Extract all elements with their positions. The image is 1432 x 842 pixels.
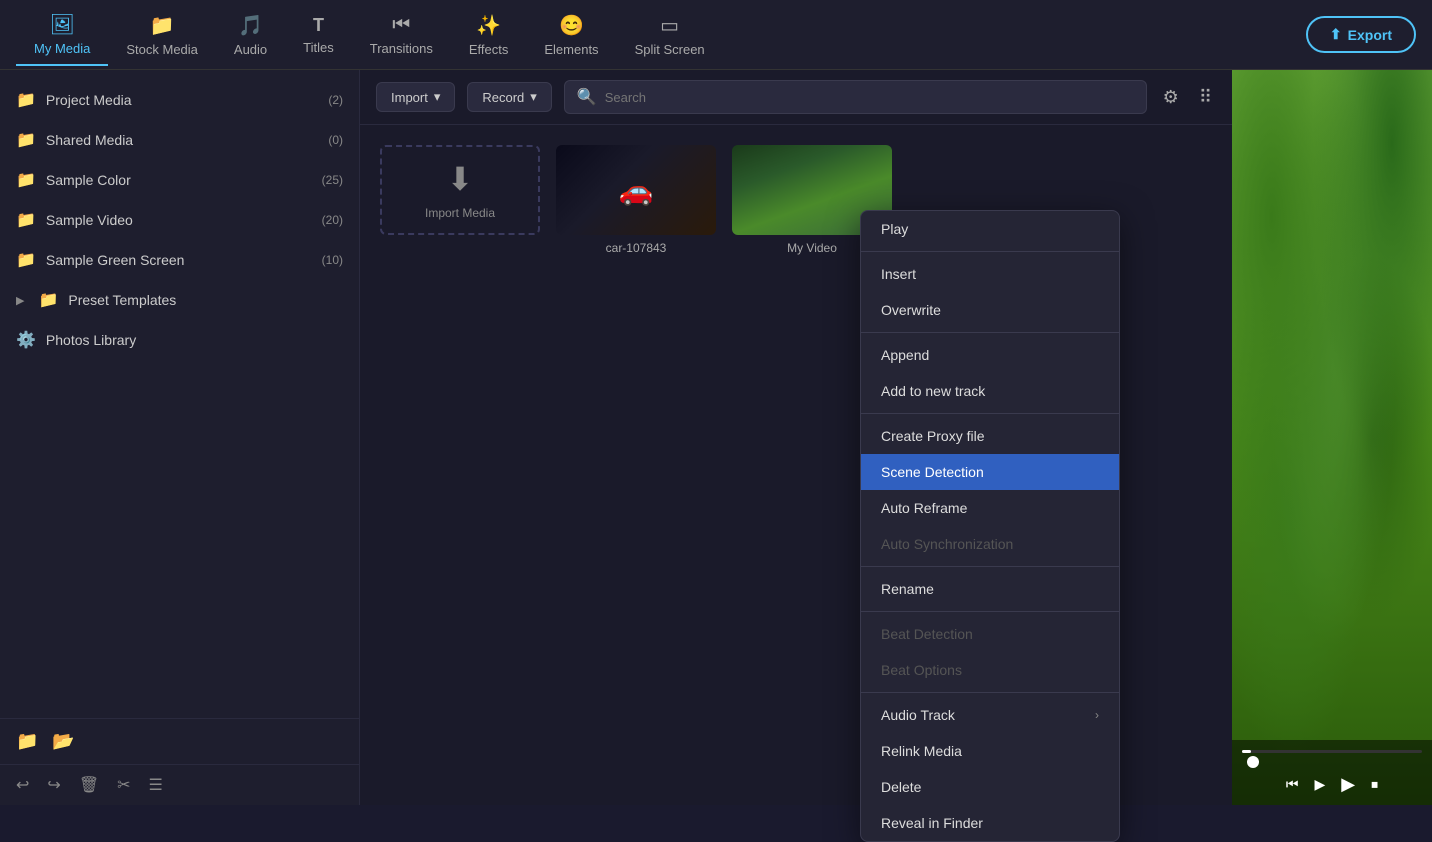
undo-icon[interactable]: ↩ xyxy=(16,775,29,795)
ctx-divider-2 xyxy=(861,332,1119,333)
ctx-divider-6 xyxy=(861,692,1119,693)
titles-icon: T xyxy=(313,15,324,36)
export-button[interactable]: ⬆ Export xyxy=(1306,16,1416,53)
adjust-icon[interactable]: ☰ xyxy=(149,775,163,795)
search-bar: 🔍 xyxy=(564,80,1147,114)
ctx-auto-reframe[interactable]: Auto Reframe xyxy=(861,490,1119,526)
ctx-delete[interactable]: Delete xyxy=(861,769,1119,805)
chevron-right-icon: ▶ xyxy=(16,294,24,307)
ctx-scene-detection[interactable]: Scene Detection xyxy=(861,454,1119,490)
import-folder-icon[interactable]: 📂 xyxy=(52,731,74,752)
sidebar-item-preset-templates[interactable]: ▶ 📁 Preset Templates xyxy=(0,280,359,320)
search-icon: 🔍 xyxy=(577,87,597,107)
nav-my-media[interactable]: 🖼 My Media xyxy=(16,4,108,66)
content-toolbar: Import ▾ Record ▾ 🔍 ⚙ ⠿ xyxy=(360,70,1232,125)
gear-icon: ⚙️ xyxy=(16,330,36,350)
filter-button[interactable]: ⚙ xyxy=(1159,83,1183,112)
nav-transitions[interactable]: ⏮ Transitions xyxy=(352,6,451,64)
sidebar-item-project-media[interactable]: 📁 Project Media (2) xyxy=(0,80,359,120)
export-icon: ⬆ xyxy=(1330,26,1342,43)
nav-stock-media[interactable]: 📁 Stock Media xyxy=(108,5,216,65)
nav-elements[interactable]: 😊 Elements xyxy=(526,5,616,65)
ctx-auto-synchronization: Auto Synchronization xyxy=(861,526,1119,562)
content-area: Import ▾ Record ▾ 🔍 ⚙ ⠿ ⬇ Import Media xyxy=(360,70,1232,805)
sidebar-list: 📁 Project Media (2) 📁 Shared Media (0) 📁… xyxy=(0,70,359,718)
import-thumb: ⬇ Import Media xyxy=(380,145,540,235)
folder-icon: 📁 xyxy=(16,90,36,110)
delete-icon[interactable]: 🗑 xyxy=(79,775,99,795)
preview-controls: ⏮ ▶ ▶ ⏹ xyxy=(1232,740,1432,805)
progress-bar[interactable] xyxy=(1242,750,1422,753)
search-input[interactable] xyxy=(605,90,1134,105)
folder-icon: 📁 xyxy=(16,250,36,270)
sidebar: 📁 Project Media (2) 📁 Shared Media (0) 📁… xyxy=(0,70,360,805)
car-video-thumb xyxy=(556,145,716,235)
sidebar-item-photos-library[interactable]: ⚙️ Photos Library xyxy=(0,320,359,360)
cut-icon[interactable]: ✂ xyxy=(117,775,130,795)
nav-effects[interactable]: ✨ Effects xyxy=(451,5,527,65)
folder-icon: 📁 xyxy=(38,290,58,310)
nav-audio[interactable]: 🎵 Audio xyxy=(216,5,285,65)
right-panel: ⏮ ▶ ▶ ⏹ xyxy=(1232,70,1432,805)
chevron-down-icon: ▾ xyxy=(530,89,537,105)
folder-icon: 📁 xyxy=(16,130,36,150)
elements-icon: 😊 xyxy=(559,13,584,38)
ctx-divider-3 xyxy=(861,413,1119,414)
ctx-rename[interactable]: Rename xyxy=(861,571,1119,607)
ctx-relink-media[interactable]: Relink Media xyxy=(861,733,1119,769)
nav-split-screen[interactable]: ▭ Split Screen xyxy=(617,5,723,65)
stock-media-icon: 📁 xyxy=(150,13,175,38)
ctx-beat-detection: Beat Detection xyxy=(861,616,1119,652)
sidebar-item-sample-video[interactable]: 📁 Sample Video (20) xyxy=(0,200,359,240)
ctx-audio-track[interactable]: Audio Track › xyxy=(861,697,1119,733)
import-button[interactable]: Import ▾ xyxy=(376,82,455,112)
playback-buttons: ⏮ ▶ ▶ ⏹ xyxy=(1242,774,1422,795)
effects-icon: ✨ xyxy=(476,13,501,38)
ctx-reveal-in-finder[interactable]: Reveal in Finder xyxy=(861,805,1119,841)
sidebar-item-shared-media[interactable]: 📁 Shared Media (0) xyxy=(0,120,359,160)
folder-icon: 📁 xyxy=(16,170,36,190)
progress-handle[interactable] xyxy=(1247,756,1259,768)
my-video-label: My Video xyxy=(787,241,837,255)
preview-thumbnail xyxy=(1232,70,1432,805)
ctx-divider-4 xyxy=(861,566,1119,567)
transitions-icon: ⏮ xyxy=(392,14,410,37)
ctx-play[interactable]: Play xyxy=(861,211,1119,247)
progress-fill xyxy=(1242,750,1251,753)
play-slow-button[interactable]: ▶ xyxy=(1314,776,1325,793)
audio-icon: 🎵 xyxy=(238,13,263,38)
car-video-label: car-107843 xyxy=(606,241,667,255)
car-video-tile[interactable]: car-107843 xyxy=(556,145,716,255)
import-icon: ⬇ xyxy=(447,160,474,198)
main-layout: 📁 Project Media (2) 📁 Shared Media (0) 📁… xyxy=(0,70,1432,805)
import-media-tile[interactable]: ⬇ Import Media xyxy=(380,145,540,255)
new-folder-icon[interactable]: 📁 xyxy=(16,731,38,752)
split-screen-icon: ▭ xyxy=(660,13,679,38)
ctx-create-proxy-file[interactable]: Create Proxy file xyxy=(861,418,1119,454)
nav-titles[interactable]: T Titles xyxy=(285,7,352,63)
folder-icon: 📁 xyxy=(16,210,36,230)
context-menu: Play Insert Overwrite Append Add to new … xyxy=(860,210,1120,842)
my-media-icon: 🖼 xyxy=(49,12,74,37)
ctx-append[interactable]: Append xyxy=(861,337,1119,373)
ctx-beat-options: Beat Options xyxy=(861,652,1119,688)
ctx-add-to-new-track[interactable]: Add to new track xyxy=(861,373,1119,409)
top-navigation: 🖼 My Media 📁 Stock Media 🎵 Audio T Title… xyxy=(0,0,1432,70)
ctx-insert[interactable]: Insert xyxy=(861,256,1119,292)
ctx-divider-1 xyxy=(861,251,1119,252)
grid-view-button[interactable]: ⠿ xyxy=(1195,83,1216,112)
ctx-divider-5 xyxy=(861,611,1119,612)
prev-frame-button[interactable]: ⏮ xyxy=(1286,776,1299,793)
sidebar-item-sample-green-screen[interactable]: 📁 Sample Green Screen (10) xyxy=(0,240,359,280)
ctx-overwrite[interactable]: Overwrite xyxy=(861,292,1119,328)
chevron-down-icon: ▾ xyxy=(434,89,441,105)
submenu-arrow-icon: › xyxy=(1095,708,1099,722)
play-button[interactable]: ▶ xyxy=(1341,774,1355,795)
redo-icon[interactable]: ↪ xyxy=(47,775,60,795)
import-media-label: Import Media xyxy=(425,206,495,220)
sidebar-item-sample-color[interactable]: 📁 Sample Color (25) xyxy=(0,160,359,200)
stop-button[interactable]: ⏹ xyxy=(1371,776,1378,793)
record-button[interactable]: Record ▾ xyxy=(467,82,551,112)
